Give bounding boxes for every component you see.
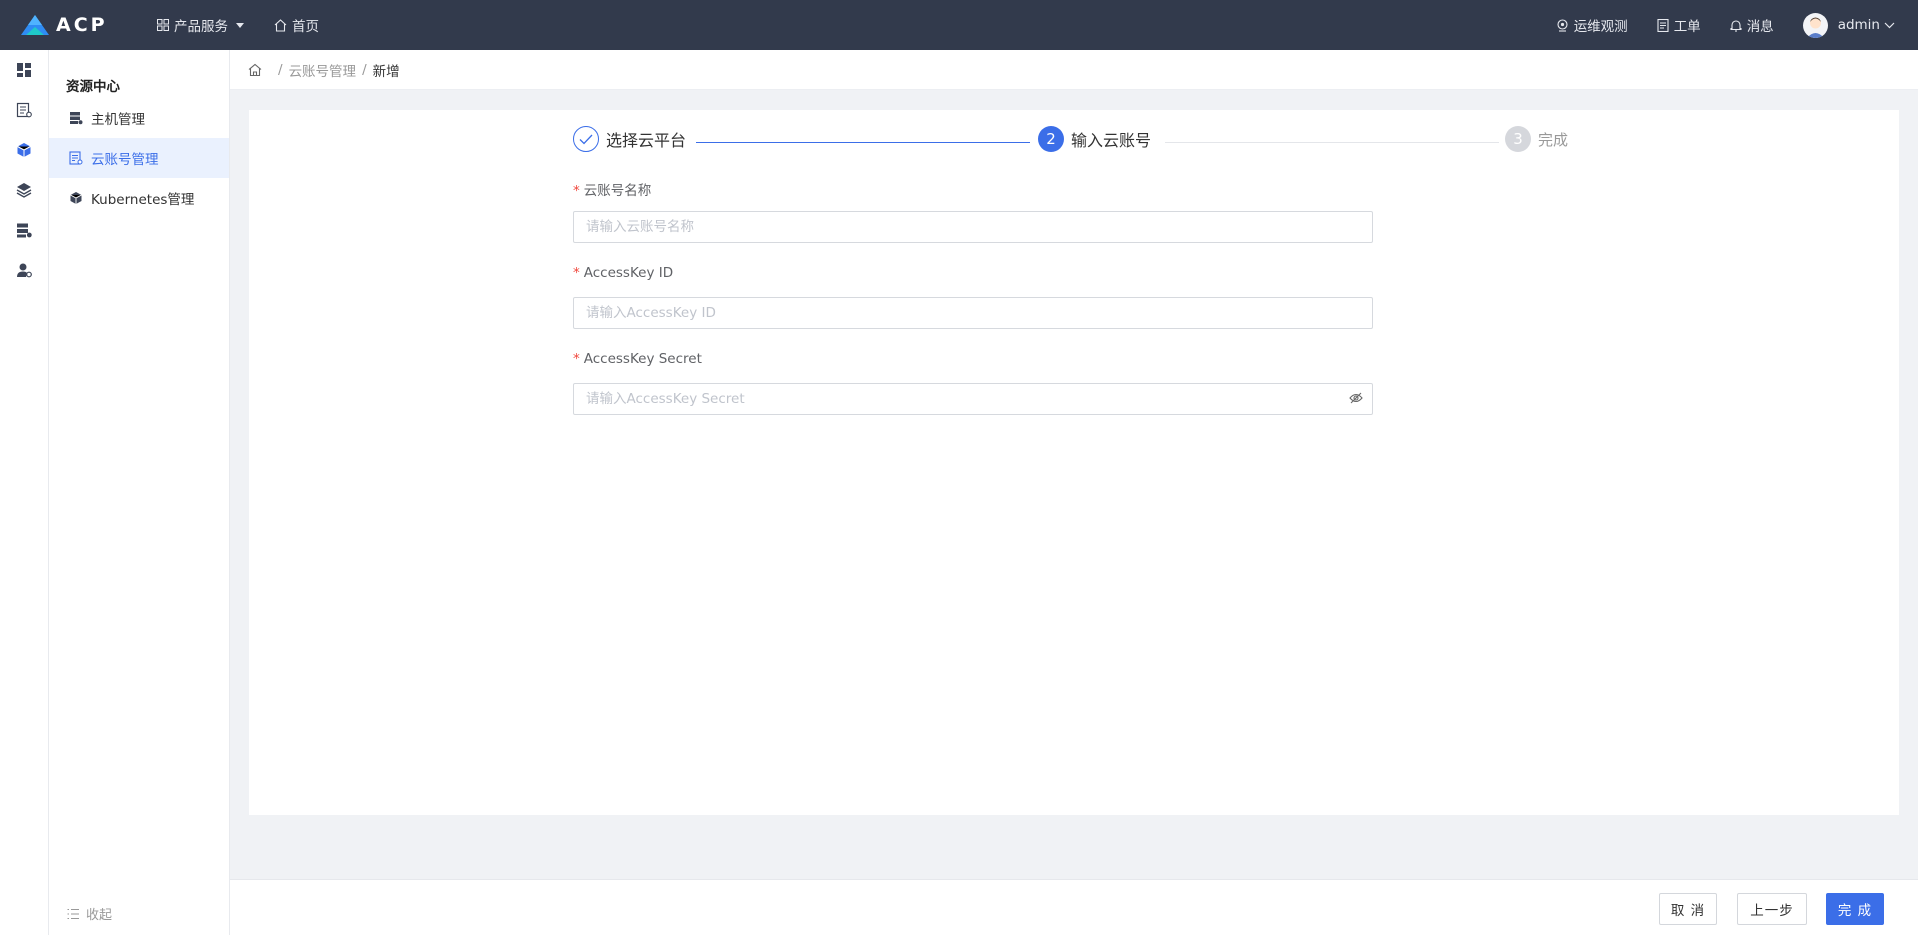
home-link[interactable]: 首页: [274, 15, 319, 35]
finish-button[interactable]: 完 成: [1826, 893, 1884, 925]
message-label: 消息: [1746, 19, 1774, 35]
cube-icon: [70, 192, 82, 204]
cloud-account-icon: [69, 151, 83, 165]
chevron-down-icon: [1884, 22, 1895, 28]
home-icon[interactable]: [248, 63, 262, 77]
icon-rail: [0, 50, 49, 935]
top-bar: ACP 产品服务 首页 运维观测 工单 消息 admin: [0, 0, 1918, 50]
account-name-label: * 云账号名称: [573, 183, 652, 199]
accesskey-id-label: * AccessKey ID: [573, 265, 674, 281]
eye-hidden-icon[interactable]: [1349, 392, 1363, 408]
form-card: 选择云平台 2 输入云账号 3 完成 *云账号名称 *AccessKey ID …: [249, 110, 1899, 815]
home-icon: [274, 18, 287, 32]
cube-icon[interactable]: [0, 130, 48, 170]
top-right-actions: 运维观测 工单 消息 admin: [1527, 12, 1900, 38]
step-input-account: 2 输入云账号: [1038, 126, 1151, 152]
prev-step-button[interactable]: 上一步: [1737, 893, 1807, 925]
sidebar-item-label: Kubernetes管理: [91, 192, 195, 208]
user-menu[interactable]: admin: [1802, 12, 1900, 38]
step-label: 输入云账号: [1071, 131, 1152, 150]
monitor-eye-icon: [1557, 18, 1568, 32]
top-nav: 产品服务 首页: [142, 15, 319, 35]
logo[interactable]: ACP: [20, 14, 142, 36]
steps: 选择云平台 2 输入云账号 3 完成: [573, 126, 1573, 156]
step-connector-done: [696, 142, 1030, 143]
logo-text: ACP: [56, 14, 108, 36]
step-label: 选择云平台: [606, 131, 687, 150]
check-icon: [573, 126, 599, 152]
ops-observe-label: 运维观测: [1573, 19, 1628, 35]
step-finish: 3 完成: [1505, 126, 1568, 152]
sidebar-item-hosts[interactable]: 主机管理: [49, 98, 229, 138]
message-link[interactable]: 消息: [1730, 15, 1774, 35]
sidebar-item-cloud-accounts[interactable]: 云账号管理: [49, 138, 229, 178]
account-name-input[interactable]: [573, 211, 1373, 243]
ops-observe-link[interactable]: 运维观测: [1556, 15, 1628, 35]
breadcrumb-separator: /: [362, 61, 367, 78]
accesskey-secret-input[interactable]: [573, 383, 1373, 415]
caret-down-icon: [236, 22, 244, 28]
sidebar-item-label: 云账号管理: [91, 152, 159, 168]
step-number: 3: [1505, 126, 1531, 152]
collapse-menu-icon: [67, 908, 79, 919]
sidebar-title: 资源中心: [66, 79, 120, 95]
dashboard-icon[interactable]: [0, 50, 48, 90]
list-icon[interactable]: [0, 90, 48, 130]
collapse-label: 收起: [86, 908, 113, 923]
user-settings-icon[interactable]: [0, 250, 48, 290]
accesskey-id-input[interactable]: [573, 297, 1373, 329]
accesskey-secret-label: * AccessKey Secret: [573, 351, 702, 367]
logo-mark-icon: [20, 14, 50, 36]
required-mark: *: [573, 183, 580, 199]
step-number: 2: [1038, 126, 1064, 152]
required-mark: *: [573, 265, 580, 281]
sidebar: 资源中心 主机管理 云账号管理 Kubernetes管理 收起: [49, 50, 230, 935]
products-menu[interactable]: 产品服务: [157, 15, 244, 35]
layers-icon[interactable]: [0, 170, 48, 210]
breadcrumb-current: 新增: [372, 63, 400, 80]
required-mark: *: [573, 351, 580, 367]
breadcrumb-parent[interactable]: 云账号管理: [289, 60, 357, 80]
collapse-button[interactable]: 收起: [67, 904, 112, 923]
breadcrumb: / 云账号管理 / 新增: [230, 50, 1918, 90]
bell-icon: [1730, 19, 1742, 32]
ticket-link[interactable]: 工单: [1657, 15, 1701, 35]
step-select-platform: 选择云平台: [573, 126, 686, 152]
sidebar-item-kubernetes[interactable]: Kubernetes管理: [49, 178, 229, 218]
ticket-label: 工单: [1673, 19, 1701, 35]
products-menu-label: 产品服务: [174, 19, 228, 35]
step-label: 完成: [1538, 130, 1569, 149]
server-icon[interactable]: [0, 210, 48, 250]
breadcrumb-separator: /: [278, 61, 283, 78]
accesskey-secret-field: [249, 383, 1899, 415]
home-link-label: 首页: [292, 19, 319, 35]
footer-actions: 取 消 上一步 完 成: [230, 879, 1918, 935]
user-name: admin: [1837, 17, 1880, 33]
ticket-icon: [1657, 18, 1669, 32]
grid-icon: [157, 19, 169, 31]
avatar: [1802, 12, 1828, 38]
sidebar-item-label: 主机管理: [91, 112, 145, 128]
server-icon: [70, 112, 83, 125]
step-connector-pending: [1165, 142, 1499, 143]
cancel-button[interactable]: 取 消: [1659, 893, 1717, 925]
